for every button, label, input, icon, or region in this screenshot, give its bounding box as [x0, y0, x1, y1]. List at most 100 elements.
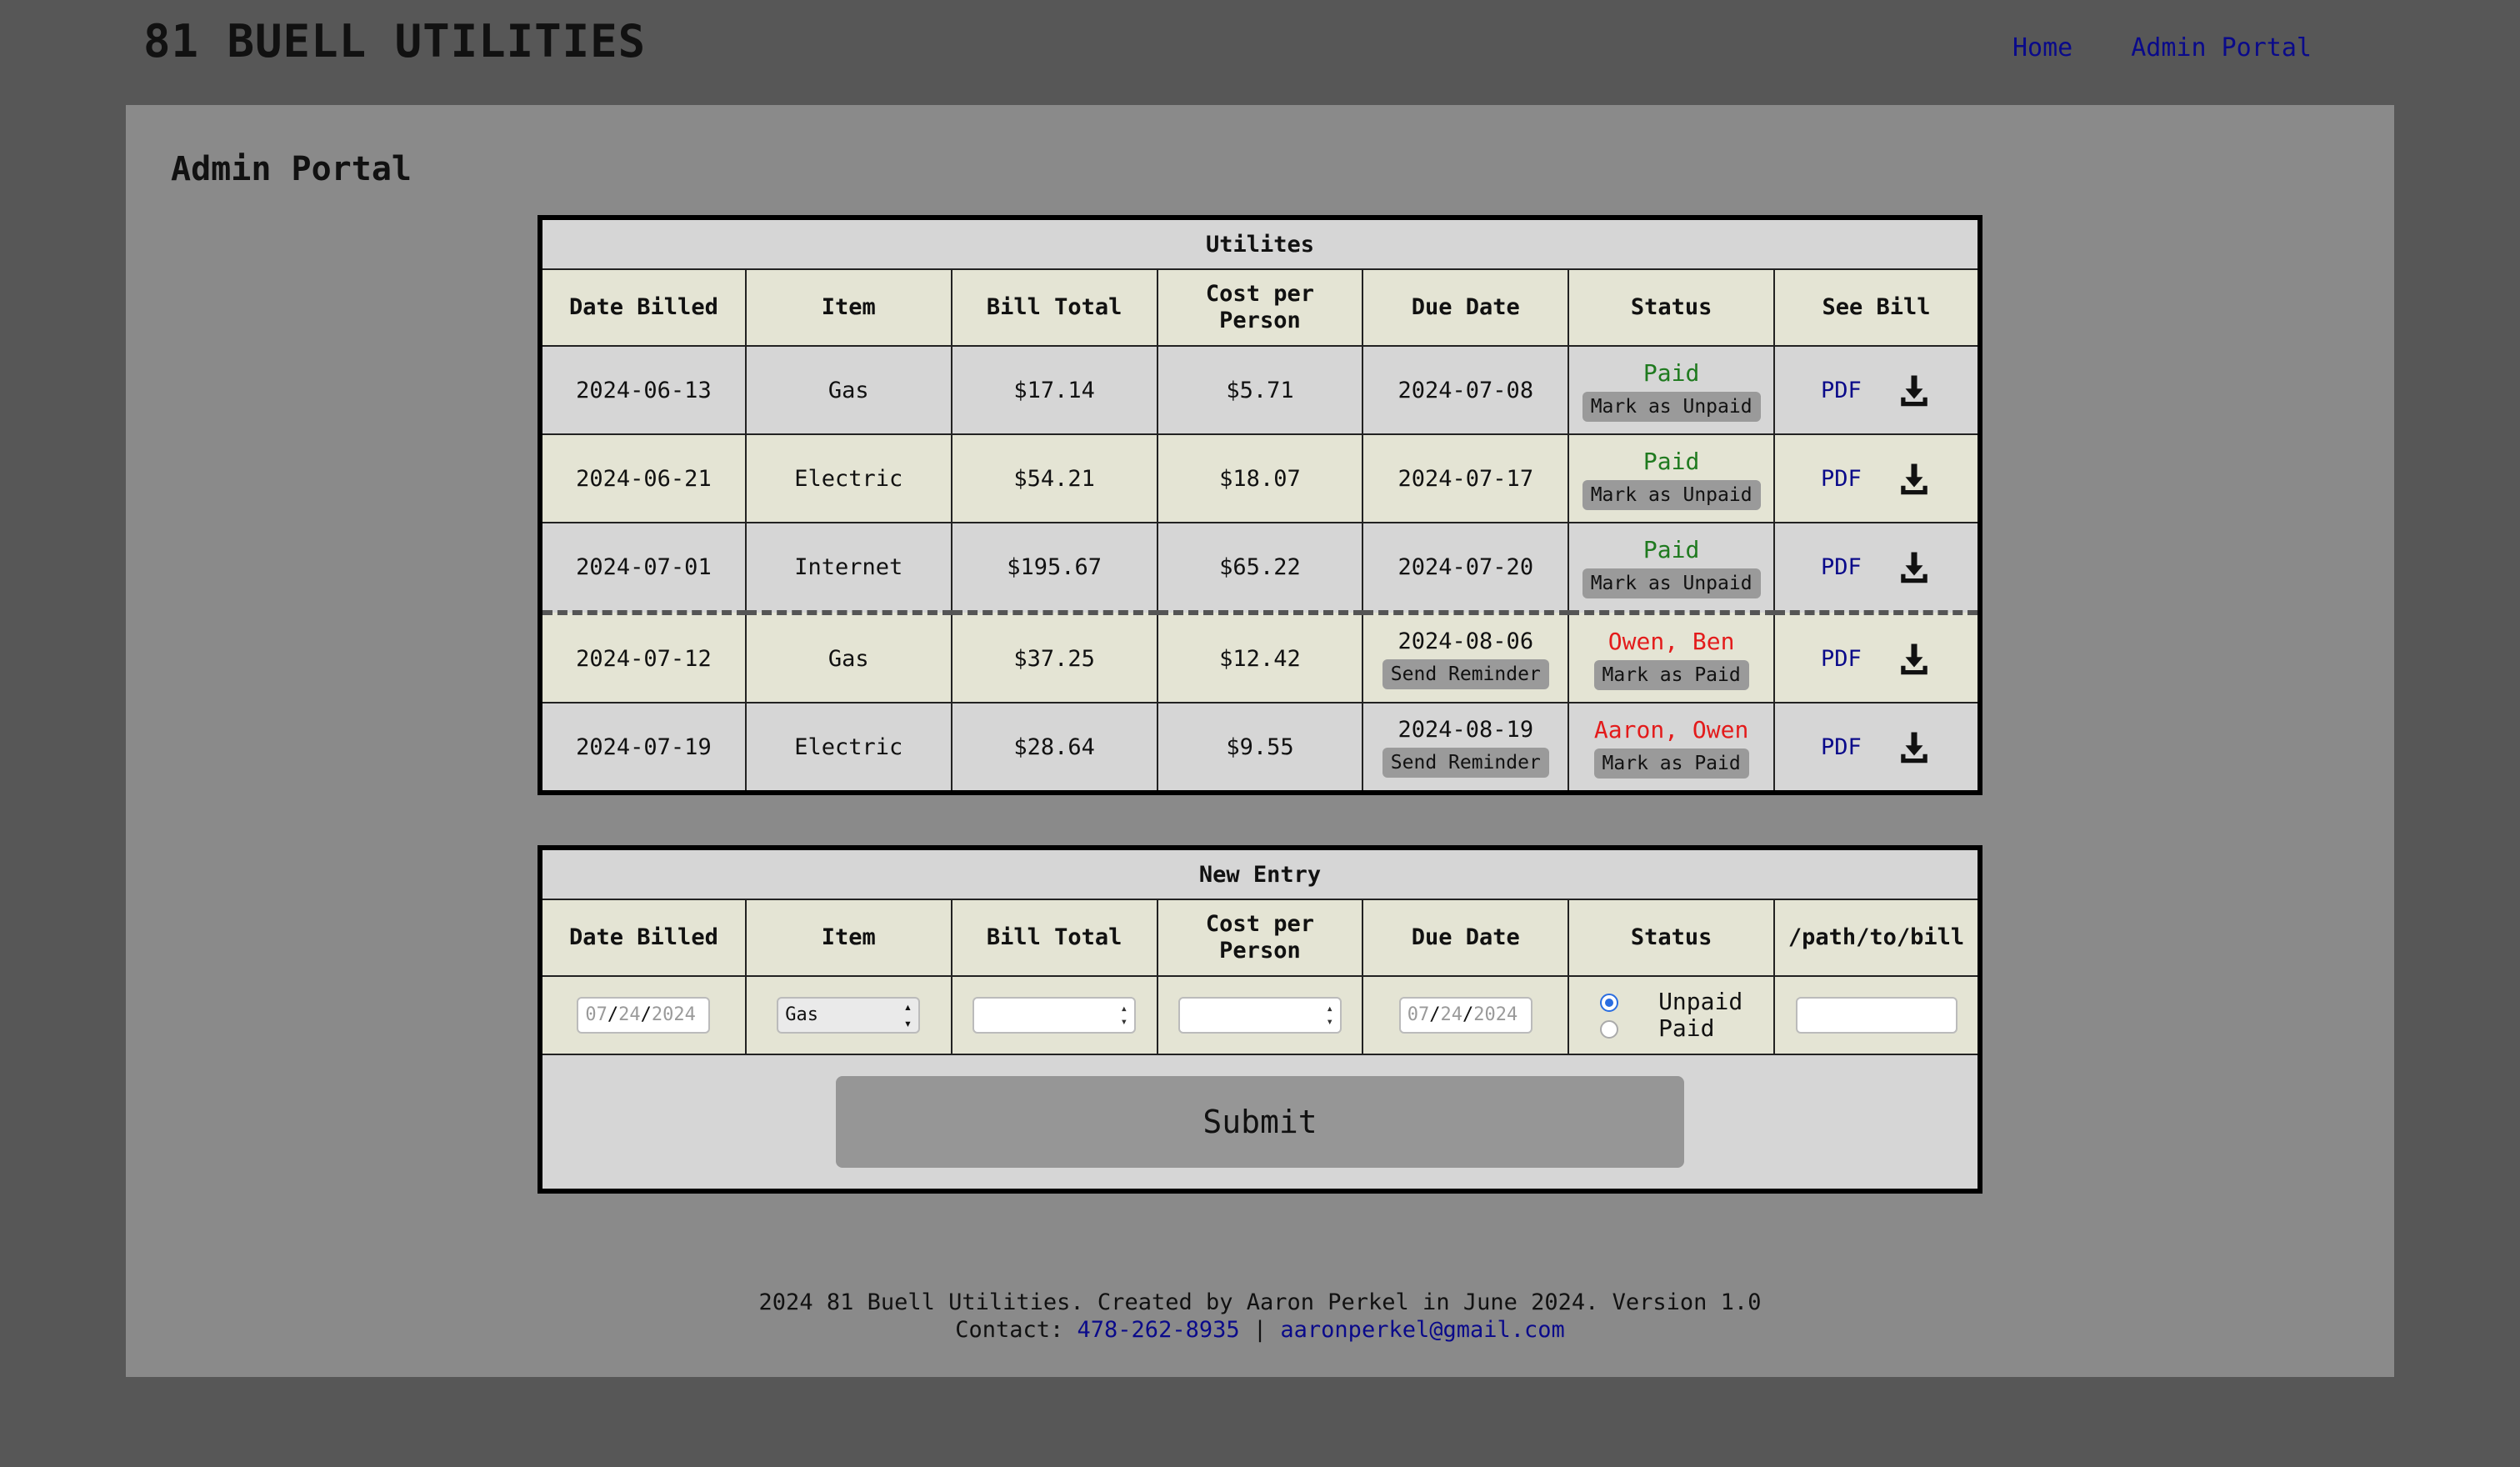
mark-paid-button[interactable]: Mark as Paid [1593, 748, 1749, 779]
nav-admin-portal-link[interactable]: Admin Portal [2131, 33, 2312, 63]
download-icon[interactable] [1897, 461, 1932, 496]
col-status: Status [1568, 899, 1776, 977]
status-radio-cell: Unpaid Paid [1568, 975, 1776, 1055]
cost-per-person-cell: $65.22 [1156, 522, 1364, 615]
stepper-icon[interactable]: ▴ ▾ [1121, 1002, 1128, 1029]
contact-label: Contact: [955, 1317, 1064, 1343]
item-select-cell: Gas ▴ ▾ [744, 975, 952, 1055]
status-text: Owen, Ben [1608, 627, 1735, 655]
cost-per-person-input[interactable]: ▴ ▾ [1178, 997, 1342, 1034]
mark-unpaid-button[interactable]: Mark as Unpaid [1582, 568, 1761, 598]
radio-unpaid[interactable] [1600, 994, 1619, 1012]
phone-link[interactable]: 478-262-8935 [1078, 1317, 1240, 1343]
mark-paid-button[interactable]: Mark as Paid [1593, 659, 1749, 690]
status-text: Paid [1642, 358, 1700, 387]
table-row: 2024-06-13 Gas $17.14 $5.71 2024-07-08 P… [539, 345, 1981, 435]
table-row: 2024-07-01 Internet $195.67 $65.22 2024-… [539, 522, 1981, 615]
radio-paid[interactable] [1600, 1020, 1619, 1039]
cost-per-person-cell: $5.71 [1156, 345, 1364, 435]
due-date-cell: 2024-07-17 [1362, 433, 1570, 523]
status-text: Aaron, Owen [1593, 715, 1749, 744]
status-text: Paid [1642, 447, 1700, 475]
top-nav: Home Admin Portal [2012, 33, 2312, 63]
bill-path-input[interactable] [1795, 997, 1958, 1034]
page-title: Admin Portal [171, 150, 412, 188]
mark-unpaid-button[interactable]: Mark as Unpaid [1582, 479, 1761, 510]
col-item: Item [744, 268, 952, 347]
new-entry-header-row: Date Billed Item Bill Total Cost per Per… [539, 899, 1981, 977]
col-cost-per-person: Cost per Person [1156, 899, 1364, 977]
bill-total-cell: $28.64 [950, 702, 1158, 794]
email-link[interactable]: aaronperkel@gmail.com [1280, 1317, 1564, 1343]
bill-total-cell: $37.25 [950, 612, 1158, 703]
col-bill-total: Bill Total [950, 268, 1158, 347]
due-date-input[interactable]: 07/24/2024 [1398, 997, 1532, 1034]
pdf-link[interactable]: PDF [1821, 646, 1862, 672]
download-icon[interactable] [1897, 641, 1932, 676]
bill-total-input-cell: ▴ ▾ [950, 975, 1158, 1055]
status-cell: Paid Mark as Unpaid [1568, 345, 1776, 435]
utilities-header-row: Date Billed Item Bill Total Cost per Per… [539, 268, 1981, 347]
due-date-text: 2024-08-19 [1398, 716, 1534, 743]
status-radio-group: Unpaid Paid [1600, 989, 1742, 1042]
item-select[interactable]: Gas ▴ ▾ [777, 997, 921, 1034]
date-billed-cell: 2024-07-12 [539, 612, 747, 703]
submit-row: Submit [539, 1054, 1981, 1192]
due-date-cell: 2024-07-08 [1362, 345, 1570, 435]
utilities-table: Utilites Date Billed Item Bill Total Cos… [538, 215, 1982, 795]
stepper-icon[interactable]: ▴ ▾ [1327, 1002, 1333, 1029]
date-billed-cell: 2024-06-13 [539, 345, 747, 435]
see-bill-cell: PDF [1773, 612, 1981, 703]
send-reminder-button[interactable]: Send Reminder [1382, 658, 1549, 689]
submit-button[interactable]: Submit [836, 1076, 1684, 1168]
nav-home-link[interactable]: Home [2012, 33, 2072, 63]
col-bill-path: /path/to/bill [1773, 899, 1981, 977]
mark-unpaid-button[interactable]: Mark as Unpaid [1582, 391, 1761, 422]
see-bill-cell: PDF [1773, 433, 1981, 523]
radio-unpaid-label: Unpaid [1658, 988, 1743, 1015]
send-reminder-button[interactable]: Send Reminder [1382, 747, 1549, 778]
col-date-billed: Date Billed [539, 899, 747, 977]
new-entry-caption: New Entry [539, 847, 1981, 900]
download-icon[interactable] [1897, 373, 1932, 408]
see-bill-cell: PDF [1773, 522, 1981, 615]
col-bill-total: Bill Total [950, 899, 1158, 977]
due-date-cell: 2024-07-20 [1362, 522, 1570, 615]
utilities-caption: Utilites [539, 217, 1981, 270]
bill-total-input[interactable]: ▴ ▾ [972, 997, 1137, 1034]
footer: 2024 81 Buell Utilities. Created by Aaro… [126, 1289, 2394, 1344]
col-due-date: Due Date [1362, 268, 1570, 347]
col-status: Status [1568, 268, 1776, 347]
pdf-link[interactable]: PDF [1821, 378, 1862, 403]
item-cell: Electric [744, 702, 952, 794]
date-day: 24 [1440, 1004, 1463, 1025]
main-panel: Admin Portal Utilites Date Billed Item B… [126, 105, 2394, 1377]
date-year: 2024 [1473, 1004, 1518, 1025]
new-entry-table: New Entry Date Billed Item Bill Total Co… [538, 845, 1982, 1194]
item-cell: Gas [744, 612, 952, 703]
date-billed-input[interactable]: 07/24/2024 [577, 997, 711, 1034]
select-arrows-icon: ▴ ▾ [903, 999, 912, 1031]
pdf-link[interactable]: PDF [1821, 466, 1862, 492]
date-billed-input-cell: 07/24/2024 [539, 975, 747, 1055]
due-date-text: 2024-08-06 [1398, 628, 1534, 654]
download-icon[interactable] [1897, 549, 1932, 584]
status-cell: Paid Mark as Unpaid [1568, 522, 1776, 615]
table-row: 2024-07-12 Gas $37.25 $12.42 2024-08-06 … [539, 612, 1981, 703]
pdf-link[interactable]: PDF [1821, 554, 1862, 580]
status-cell: Paid Mark as Unpaid [1568, 433, 1776, 523]
bill-path-input-cell [1773, 975, 1981, 1055]
item-cell: Electric [744, 433, 952, 523]
pdf-link[interactable]: PDF [1821, 734, 1862, 760]
item-selected: Gas [785, 1004, 819, 1025]
item-cell: Gas [744, 345, 952, 435]
footer-contact: Contact: 478-262-8935 | aaronperkel@gmai… [126, 1316, 2394, 1344]
col-date-billed: Date Billed [539, 268, 747, 347]
date-day: 24 [618, 1004, 641, 1025]
cost-per-person-cell: $9.55 [1156, 702, 1364, 794]
col-see-bill: See Bill [1773, 268, 1981, 347]
submit-cell: Submit [539, 1054, 1981, 1192]
col-item: Item [744, 899, 952, 977]
due-date-cell: 2024-08-06 Send Reminder [1362, 612, 1570, 703]
download-icon[interactable] [1897, 729, 1932, 764]
